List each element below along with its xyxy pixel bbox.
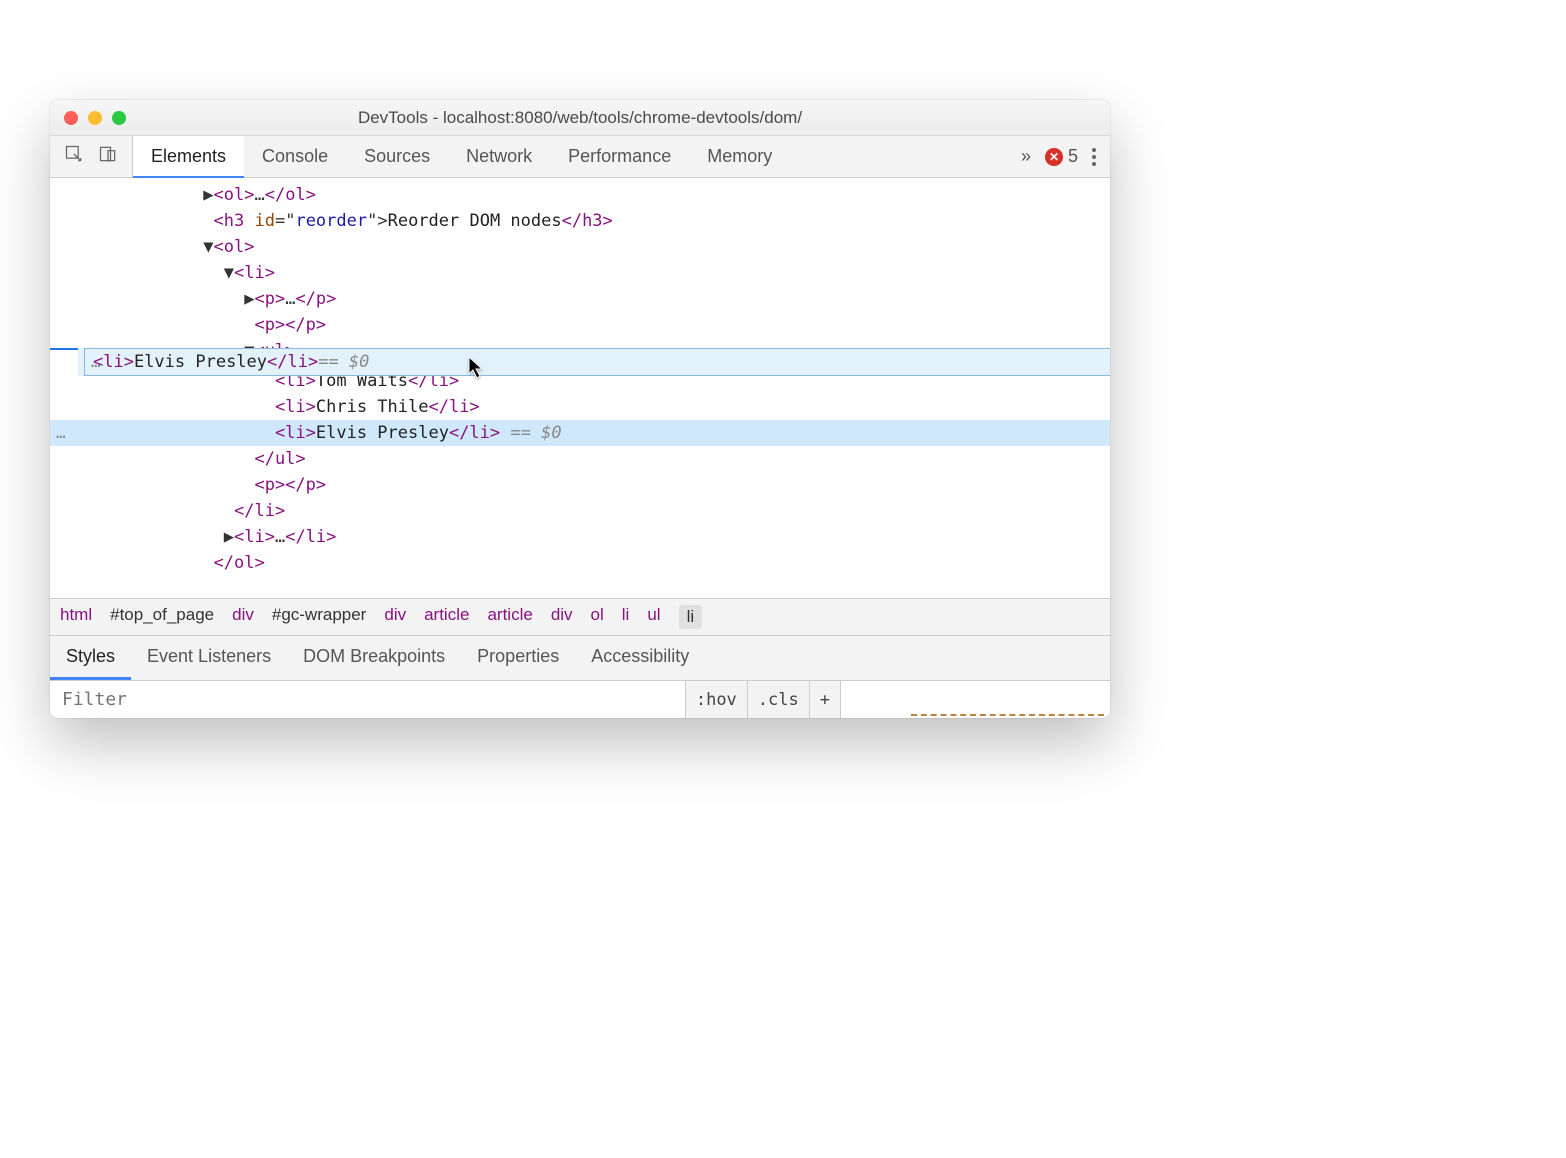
tree-row-selected[interactable]: … <li>Elvis Presley</li> == $0	[50, 420, 1110, 446]
crumb-article[interactable]: article	[424, 605, 469, 629]
crumb-div[interactable]: div	[384, 605, 406, 629]
tree-row[interactable]: ▶<p>…</p>	[50, 286, 1110, 312]
box-model-pane	[840, 681, 1110, 718]
crumb-div[interactable]: div	[551, 605, 573, 629]
select-element-icon[interactable]	[64, 144, 84, 169]
tree-row[interactable]: ▼<ol>	[50, 234, 1110, 260]
tree-row[interactable]: ▶<li>…</li>	[50, 524, 1110, 550]
row-menu-dots: …	[91, 349, 101, 375]
tree-row[interactable]: ▶<ol>…</ol>	[50, 182, 1110, 208]
minimize-window-button[interactable]	[88, 111, 102, 125]
error-count: 5	[1068, 146, 1078, 167]
tree-row[interactable]: </ol>	[50, 550, 1110, 576]
crumb-div[interactable]: div	[232, 605, 254, 629]
crumb-li-selected[interactable]: li	[679, 605, 703, 629]
crumb-ol[interactable]: ol	[591, 605, 604, 629]
panel-tabs: Elements Console Sources Network Perform…	[133, 136, 790, 177]
close-window-button[interactable]	[64, 111, 78, 125]
tab-network[interactable]: Network	[448, 136, 550, 177]
subtab-styles[interactable]: Styles	[50, 636, 131, 680]
crumb-li[interactable]: li	[622, 605, 630, 629]
cursor-icon	[468, 356, 486, 380]
tree-row[interactable]: <p></p>	[50, 472, 1110, 498]
subtab-dom-breakpoints[interactable]: DOM Breakpoints	[287, 636, 461, 680]
row-menu-dots[interactable]: …	[56, 420, 66, 446]
subtab-accessibility[interactable]: Accessibility	[575, 636, 705, 680]
hov-toggle-button[interactable]: :hov	[686, 681, 748, 718]
crumb-ul[interactable]: ul	[647, 605, 660, 629]
crumb-article[interactable]: article	[487, 605, 532, 629]
tab-sources[interactable]: Sources	[346, 136, 448, 177]
breadcrumb: html #top_of_page div #gc-wrapper div ar…	[50, 598, 1110, 635]
crumb-html[interactable]: html	[60, 605, 92, 629]
main-toolbar: Elements Console Sources Network Perform…	[50, 136, 1110, 178]
tab-elements[interactable]: Elements	[133, 136, 244, 178]
subtab-event-listeners[interactable]: Event Listeners	[131, 636, 287, 680]
styles-toolbar: :hov .cls +	[50, 680, 1110, 718]
drag-ghost-row[interactable]: … <li>Elvis Presley</li> == $0	[84, 348, 1110, 376]
new-style-rule-button[interactable]: +	[810, 681, 840, 718]
crumb-gc-wrapper[interactable]: #gc-wrapper	[272, 605, 367, 629]
tree-row[interactable]: <h3 id="reorder">Reorder DOM nodes</h3>	[50, 208, 1110, 234]
tree-row[interactable]: </ul>	[50, 446, 1110, 472]
tree-row[interactable]: ▼<li>	[50, 260, 1110, 286]
cls-toggle-button[interactable]: .cls	[748, 681, 810, 718]
tree-row[interactable]: <p></p>	[50, 312, 1110, 338]
box-model-margin-edge	[911, 714, 1104, 718]
window-title: DevTools - localhost:8080/web/tools/chro…	[50, 108, 1110, 128]
titlebar: DevTools - localhost:8080/web/tools/chro…	[50, 100, 1110, 136]
traffic-lights	[50, 111, 126, 125]
crumb-top-of-page[interactable]: #top_of_page	[110, 605, 214, 629]
dom-tree[interactable]: ▶<ol>…</ol> <h3 id="reorder">Reorder DOM…	[50, 178, 1110, 598]
tree-row[interactable]: <li>Chris Thile</li>	[50, 394, 1110, 420]
tab-console[interactable]: Console	[244, 136, 346, 177]
tab-memory[interactable]: Memory	[689, 136, 790, 177]
more-tabs-icon[interactable]: »	[1021, 146, 1031, 167]
device-toolbar-icon[interactable]	[98, 144, 118, 169]
styles-filter-input[interactable]	[50, 681, 685, 718]
sidebar-tabs: Styles Event Listeners DOM Breakpoints P…	[50, 635, 1110, 680]
tab-performance[interactable]: Performance	[550, 136, 689, 177]
zoom-window-button[interactable]	[112, 111, 126, 125]
tree-row[interactable]: </li>	[50, 498, 1110, 524]
settings-menu-icon[interactable]	[1092, 148, 1096, 166]
devtools-window: DevTools - localhost:8080/web/tools/chro…	[50, 100, 1110, 718]
error-count-badge[interactable]: ✕ 5	[1045, 146, 1078, 167]
error-icon: ✕	[1045, 148, 1063, 166]
subtab-properties[interactable]: Properties	[461, 636, 575, 680]
